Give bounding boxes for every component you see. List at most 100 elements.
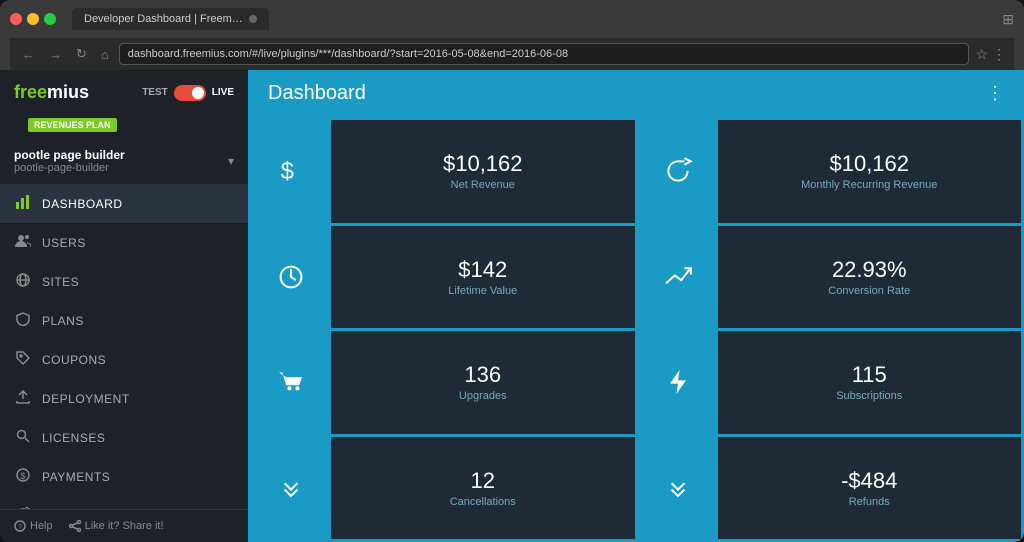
sidebar-footer: ? Help Like it? Share it! (0, 509, 248, 542)
bar-chart-icon (14, 194, 32, 213)
sidebar-item-label-coupons: COUPONS (42, 353, 106, 367)
sidebar-item-coupons[interactable]: COUPONS (0, 340, 248, 379)
sidebar-item-payments[interactable]: $ PAYMENTS (0, 457, 248, 496)
extensions-icon[interactable]: ⋮ (992, 46, 1006, 63)
forward-button[interactable]: → (45, 45, 66, 64)
metric-icon-area-refunds (638, 437, 718, 540)
maximize-button[interactable] (44, 13, 56, 25)
metric-card-conversion-rate: 22.93% Conversion Rate (638, 226, 1022, 329)
plugin-name: pootle page builder (14, 148, 125, 162)
metric-data-subscriptions-metric: 115 Subscriptions (718, 331, 1022, 434)
sidebar-item-label-sites: SITES (42, 275, 79, 289)
metric-label-cancellations: Cancellations (450, 496, 516, 508)
dollar-circle-icon: $ (14, 467, 32, 486)
new-tab-icon[interactable]: ⊞ (1002, 11, 1014, 28)
traffic-lights (10, 13, 56, 25)
metric-data-cancellations: 12 Cancellations (331, 437, 635, 540)
close-button[interactable] (10, 13, 22, 25)
sidebar-item-licenses[interactable]: LICENSES (0, 418, 248, 457)
tab-close-icon[interactable] (249, 15, 257, 23)
metric-icon-area-subscriptions-metric (638, 331, 718, 434)
revenues-badge: REVENUES PLAN (28, 118, 117, 132)
address-bar[interactable] (119, 43, 970, 65)
metric-value-cancellations: 12 (471, 468, 495, 494)
metric-value-conversion-rate: 22.93% (832, 257, 907, 283)
metric-value-lifetime-value: $142 (458, 257, 507, 283)
plugin-dropdown-arrow[interactable]: ▾ (228, 154, 234, 168)
metric-icon-area-monthly-recurring (638, 120, 718, 223)
dashboard-grid: $ $10,162 Net Revenue (248, 117, 1024, 542)
metric-value-refunds: -$484 (841, 468, 897, 494)
metric-icon-area-conversion-rate (638, 226, 718, 329)
metric-data-monthly-recurring: $10,162 Monthly Recurring Revenue (718, 120, 1022, 223)
metric-card-subscriptions-metric: 115 Subscriptions (638, 331, 1022, 434)
metric-card-lifetime-value: $142 Lifetime Value (251, 226, 635, 329)
header-controls: TEST LIVE (142, 85, 234, 101)
sidebar-item-label-payments: PAYMENTS (42, 470, 110, 484)
star-icon[interactable]: ☆ (975, 46, 988, 63)
browser-tab[interactable]: Developer Dashboard | Freem… (72, 8, 269, 30)
sidebar-item-label-plans: PLANS (42, 314, 84, 328)
back-button[interactable]: ← (18, 45, 39, 64)
metric-data-conversion-rate: 22.93% Conversion Rate (718, 226, 1022, 329)
metric-label-subscriptions: Subscriptions (836, 390, 902, 402)
reload-button[interactable]: ↻ (72, 44, 91, 64)
metric-card-cancellations: 12 Cancellations (251, 437, 635, 540)
sidebar-item-sites[interactable]: SITES (0, 262, 248, 301)
bolt-icon (662, 366, 694, 398)
revenues-badge-container: REVENUES PLAN (0, 115, 248, 144)
upload-icon (14, 389, 32, 408)
metric-icon-area-net-revenue: $ (251, 120, 331, 223)
sidebar: freemius TEST LIVE REVENUES PLAN pootle … (0, 70, 248, 542)
metric-icon-area-lifetime-value (251, 226, 331, 329)
metric-data-lifetime-value: $142 Lifetime Value (331, 226, 635, 329)
trending-up-icon (662, 261, 694, 293)
metric-label-refunds: Refunds (849, 496, 890, 508)
sidebar-item-label-deployment: DEPLOYMENT (42, 392, 130, 406)
sidebar-item-deployment[interactable]: DEPLOYMENT (0, 379, 248, 418)
main-content: Dashboard ⋮ $ $10,162 Net Revenue (248, 70, 1024, 542)
env-toggle[interactable] (174, 85, 206, 101)
sidebar-item-label-dashboard: DASHBOARD (42, 197, 123, 211)
freemius-logo: freemius (14, 82, 89, 103)
dollar-icon: $ (275, 155, 307, 187)
header-menu-icon[interactable]: ⋮ (986, 83, 1004, 104)
svg-text:?: ? (18, 524, 22, 531)
search-icon (14, 428, 32, 447)
sidebar-item-users[interactable]: USERS (0, 223, 248, 262)
globe-icon (14, 272, 32, 291)
metric-card-upgrades: 136 Upgrades (251, 331, 635, 434)
metric-label-net-revenue: Net Revenue (451, 179, 515, 191)
metric-label-lifetime-value: Lifetime Value (448, 285, 517, 297)
metric-label-conversion-rate: Conversion Rate (828, 285, 910, 297)
home-button[interactable]: ⌂ (97, 45, 113, 64)
share-label: Like it? Share it! (85, 520, 164, 532)
sidebar-item-subscriptions[interactable]: SUBSCRIPTIONS (0, 496, 248, 509)
chevrons-down-icon-right (662, 472, 694, 504)
browser-chrome: Developer Dashboard | Freem… ⊞ ← → ↻ ⌂ ☆… (0, 0, 1024, 70)
svg-text:$: $ (281, 158, 294, 185)
minimize-button[interactable] (27, 13, 39, 25)
users-icon (14, 233, 32, 252)
metric-value-net-revenue: $10,162 (443, 151, 523, 177)
chevrons-down-icon-left (275, 472, 307, 504)
browser-window: Developer Dashboard | Freem… ⊞ ← → ↻ ⌂ ☆… (0, 0, 1024, 542)
sidebar-item-label-users: USERS (42, 236, 86, 250)
browser-toolbar: ← → ↻ ⌂ ☆ ⋮ (10, 38, 1014, 70)
cart-icon (275, 366, 307, 398)
metric-icon-area-upgrades (251, 331, 331, 434)
share-link[interactable]: Like it? Share it! (69, 520, 164, 532)
metric-data-refunds: -$484 Refunds (718, 437, 1022, 540)
tag-icon (14, 350, 32, 369)
metric-value-subscriptions: 115 (852, 362, 887, 388)
metric-card-refunds: -$484 Refunds (638, 437, 1022, 540)
extension-icons: ☆ ⋮ (975, 46, 1006, 63)
sidebar-item-dashboard[interactable]: DASHBOARD (0, 184, 248, 223)
metric-label-upgrades: Upgrades (459, 390, 507, 402)
sidebar-header: freemius TEST LIVE (0, 70, 248, 115)
plugin-info[interactable]: pootle page builder pootle-page-builder … (0, 144, 248, 184)
help-label: Help (30, 520, 53, 532)
sidebar-item-plans[interactable]: PLANS (0, 301, 248, 340)
app-container: freemius TEST LIVE REVENUES PLAN pootle … (0, 70, 1024, 542)
help-link[interactable]: ? Help (14, 520, 53, 532)
